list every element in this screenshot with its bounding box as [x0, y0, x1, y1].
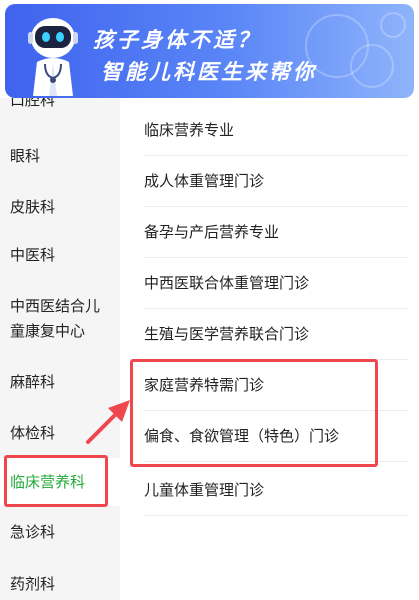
banner-headline: 孩子身体不适？ [93, 28, 261, 52]
clinic-item-label: 生殖与医学营养联合门诊 [144, 325, 310, 343]
sidebar-item-pharmacy[interactable]: 药剂科 [0, 572, 120, 597]
clinic-item[interactable]: 偏食、食欲管理（特色）门诊 [144, 411, 408, 462]
sidebar-item-oral[interactable]: 口腔科 [0, 98, 120, 118]
sidebar-item-dermatology[interactable]: 皮肤科 [0, 195, 120, 220]
clinic-item-label: 儿童体重管理门诊 [144, 481, 265, 499]
robot-doctor-icon [28, 18, 78, 96]
clinic-item[interactable]: 儿童体重管理门诊 [144, 465, 408, 516]
clinic-item[interactable]: 中西医联合体重管理门诊 [144, 258, 408, 309]
clinic-item[interactable]: 备孕与产后营养专业 [144, 207, 408, 258]
ai-doctor-banner[interactable]: 孩子身体不适？ 智能儿科医生来帮你 [5, 4, 414, 98]
sidebar-item-label: 皮肤科 [10, 198, 56, 216]
sidebar-item-label: 药剂科 [10, 575, 56, 593]
sidebar-item-tcm[interactable]: 中医科 [0, 243, 120, 268]
sidebar-item-label: 急诊科 [10, 523, 56, 541]
pointer-arrow-icon [86, 400, 130, 444]
clinic-item-label: 偏食、食欲管理（特色）门诊 [144, 427, 340, 445]
sidebar-item-label: 临床营养科 [10, 473, 86, 491]
clinic-item-label: 临床营养专业 [144, 121, 235, 139]
clinic-item[interactable]: 成人体重管理门诊 [144, 156, 408, 207]
sidebar-item-label: 体检科 [10, 424, 56, 442]
clinic-item-label: 成人体重管理门诊 [144, 172, 265, 190]
sidebar-item-ophthalmology[interactable]: 眼科 [0, 144, 120, 169]
sidebar-item-label: 中西医结合儿 [10, 297, 101, 315]
sidebar-item-label: 童康复中心 [10, 322, 86, 340]
sidebar-item-emergency[interactable]: 急诊科 [0, 520, 120, 545]
department-sidebar[interactable]: 口腔科 眼科 皮肤科 中医科 中西医结合儿 童康复中心 麻醉科 体检科 临床营养… [0, 98, 120, 600]
sidebar-item-label: 口腔科 [10, 98, 56, 109]
sidebar-item-label: 眼科 [10, 147, 41, 165]
sidebar-item-integrated-rehab[interactable]: 中西医结合儿 童康复中心 [0, 294, 120, 344]
clinic-item[interactable]: 临床营养专业 [144, 105, 408, 156]
sidebar-item-label: 中医科 [10, 246, 56, 264]
clinic-item[interactable]: 生殖与医学营养联合门诊 [144, 309, 408, 360]
sidebar-item-label: 麻醉科 [10, 373, 56, 391]
sidebar-item-clinical-nutrition[interactable]: 临床营养科 [0, 458, 120, 506]
clinic-item-label: 备孕与产后营养专业 [144, 223, 280, 241]
banner-decoration [380, 12, 406, 38]
clinic-item-label: 家庭营养特需门诊 [144, 376, 265, 394]
banner-decoration [350, 44, 394, 88]
clinic-item[interactable]: 家庭营养特需门诊 [144, 360, 408, 411]
clinic-item-label: 中西医联合体重管理门诊 [144, 274, 310, 292]
banner-subheadline: 智能儿科医生来帮你 [101, 60, 317, 84]
